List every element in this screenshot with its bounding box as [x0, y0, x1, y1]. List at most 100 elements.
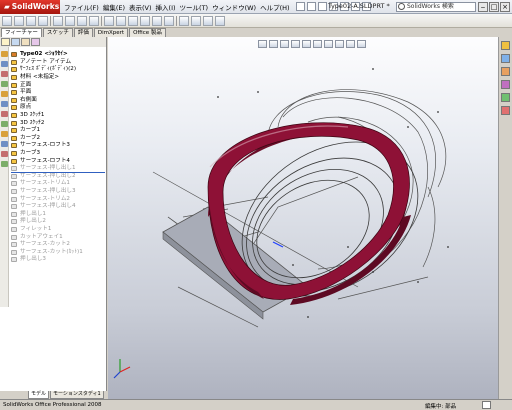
tree-item-suppressed[interactable]: サーフェス-押し出し3 — [11, 188, 105, 196]
menu-insert[interactable]: 挿入(I) — [156, 2, 176, 12]
previous-view-icon[interactable] — [280, 40, 289, 48]
extruded-boss-icon[interactable] — [2, 15, 12, 26]
tree-item[interactable]: サーフェス-ロフト3 — [11, 142, 105, 150]
search-box[interactable]: SolidWorks 検索 — [396, 2, 476, 12]
rectangle-tool-icon[interactable] — [1, 131, 8, 137]
tree-item[interactable]: カーブ1 — [11, 127, 105, 135]
tree-item-suppressed[interactable]: サーフェス-トリム1 — [11, 180, 105, 188]
tree-item-suppressed[interactable]: 押し出し3 — [11, 256, 105, 264]
draft-icon[interactable] — [140, 15, 150, 26]
graphics-area[interactable] — [108, 37, 498, 399]
zoom-to-area-icon[interactable] — [269, 40, 278, 48]
relation-tool-icon[interactable] — [1, 81, 8, 87]
circle-tool-icon[interactable] — [1, 111, 8, 117]
help-icon[interactable] — [482, 401, 491, 409]
property-manager-tab-icon[interactable] — [11, 38, 20, 46]
dimension-tool-icon[interactable] — [1, 61, 8, 67]
tab-dimxpert[interactable]: DimXpert — [93, 28, 129, 37]
tab-model[interactable]: モデル — [28, 391, 50, 399]
tree-item[interactable]: 3D ｽｹｯﾁ1 — [11, 112, 105, 120]
lofted-boss-icon[interactable] — [38, 15, 48, 26]
save-icon[interactable] — [317, 2, 327, 11]
configuration-manager-tab-icon[interactable] — [21, 38, 30, 46]
tree-item-suppressed[interactable]: 押し出し2 — [11, 218, 105, 226]
resources-icon[interactable] — [501, 41, 510, 50]
revolved-cut-icon[interactable] — [65, 15, 75, 26]
extruded-cut-icon[interactable] — [53, 15, 63, 26]
instant3d-icon[interactable] — [215, 15, 225, 26]
arc-tool-icon[interactable] — [1, 101, 8, 107]
shell-icon[interactable] — [152, 15, 162, 26]
tree-item[interactable]: カーブ2 — [11, 135, 105, 143]
rollback-bar[interactable] — [11, 172, 105, 173]
tab-office-products[interactable]: Office 製品 — [129, 28, 166, 37]
tree-item-suppressed[interactable]: フィレット1 — [11, 226, 105, 234]
smart-tool-icon[interactable] — [1, 71, 8, 77]
apply-scene-icon[interactable] — [346, 40, 355, 48]
menu-file[interactable]: ファイル(F) — [64, 2, 99, 12]
extend-tool-icon[interactable] — [1, 161, 8, 167]
tree-item[interactable]: ｻｰﾌｪｽ ﾎﾞﾃﾞｨ(ﾎﾞﾃﾞｨ)(2) — [11, 66, 105, 74]
swept-cut-icon[interactable] — [77, 15, 87, 26]
menu-tools[interactable]: ツール(T) — [180, 2, 209, 12]
rib-icon[interactable] — [128, 15, 138, 26]
minimize-button[interactable]: ‒ — [478, 2, 488, 12]
tree-item[interactable]: 平面 — [11, 89, 105, 97]
appearances-icon[interactable] — [501, 106, 510, 115]
edit-appearance-icon[interactable] — [335, 40, 344, 48]
search-results-icon[interactable] — [501, 80, 510, 89]
feature-manager-tab-icon[interactable] — [1, 38, 10, 46]
tree-item-suppressed[interactable]: カットアウェイ1 — [11, 233, 105, 241]
tree-item-suppressed[interactable]: サーフェス-押し出し4 — [11, 203, 105, 211]
view-settings-icon[interactable] — [357, 40, 366, 48]
menu-help[interactable]: ヘルプ(H) — [260, 2, 289, 12]
file-explorer-icon[interactable] — [501, 67, 510, 76]
menu-view[interactable]: 表示(V) — [129, 2, 152, 12]
view-palette-icon[interactable] — [501, 93, 510, 102]
tree-item-suppressed[interactable]: サーフェス-トリム2 — [11, 195, 105, 203]
solidworks-logo[interactable]: ▰ SolidWorks — [0, 0, 60, 14]
sketch-tool-icon[interactable] — [1, 51, 8, 57]
hide-show-items-icon[interactable] — [324, 40, 333, 48]
tree-item[interactable]: カーブ3 — [11, 150, 105, 158]
close-button[interactable]: × — [500, 2, 510, 12]
trim-tool-icon[interactable] — [1, 151, 8, 157]
menu-edit[interactable]: 編集(E) — [103, 2, 125, 12]
tree-item[interactable]: 材料 <未指定> — [11, 74, 105, 82]
curves-icon[interactable] — [191, 15, 201, 26]
tab-sketch[interactable]: スケッチ — [42, 28, 73, 37]
tree-item-suppressed[interactable]: 押し出し1 — [11, 210, 105, 218]
tree-item[interactable]: 原点 — [11, 104, 105, 112]
design-library-icon[interactable] — [501, 54, 510, 63]
mirror-icon[interactable] — [164, 15, 174, 26]
spline-tool-icon[interactable] — [1, 121, 8, 127]
tree-item-suppressed[interactable]: サーフェス-カット2 — [11, 241, 105, 249]
new-document-icon[interactable] — [295, 2, 305, 11]
tree-item-suppressed[interactable]: サーフェス-押し出し2 — [11, 173, 105, 181]
tree-item[interactable]: 3D ｽｹｯﾁ2 — [11, 119, 105, 127]
reference-geometry-icon[interactable] — [179, 15, 189, 26]
linear-pattern-icon[interactable] — [116, 15, 126, 26]
view-orientation-icon[interactable] — [302, 40, 311, 48]
tab-motion-study[interactable]: モーションスタディ1 — [50, 391, 104, 399]
tree-item-suppressed[interactable]: サーフェス-カット(ｶｯﾄ)1 — [11, 248, 105, 256]
lofted-cut-icon[interactable] — [89, 15, 99, 26]
tab-features[interactable]: フィーチャー — [1, 28, 42, 37]
tree-item[interactable]: サーフェス-ロフト4 — [11, 157, 105, 165]
revolved-boss-icon[interactable] — [14, 15, 24, 26]
point-tool-icon[interactable] — [1, 141, 8, 147]
tree-item[interactable]: 正面 — [11, 81, 105, 89]
section-view-icon[interactable] — [291, 40, 300, 48]
display-style-icon[interactable] — [313, 40, 322, 48]
maximize-button[interactable]: □ — [489, 2, 499, 12]
dimxpert-manager-tab-icon[interactable] — [31, 38, 40, 46]
line-tool-icon[interactable] — [1, 91, 8, 97]
open-icon[interactable] — [306, 2, 316, 11]
fillet-icon[interactable] — [104, 15, 114, 26]
menu-window[interactable]: ウィンドウ(W) — [212, 2, 256, 12]
swept-boss-icon[interactable] — [26, 15, 36, 26]
tab-evaluate[interactable]: 評価 — [73, 28, 93, 37]
zoom-to-fit-icon[interactable] — [258, 40, 267, 48]
tree-root[interactable]: Type02 <ｼｮｳｾｲ> — [11, 51, 105, 59]
surface-icon[interactable] — [203, 15, 213, 26]
